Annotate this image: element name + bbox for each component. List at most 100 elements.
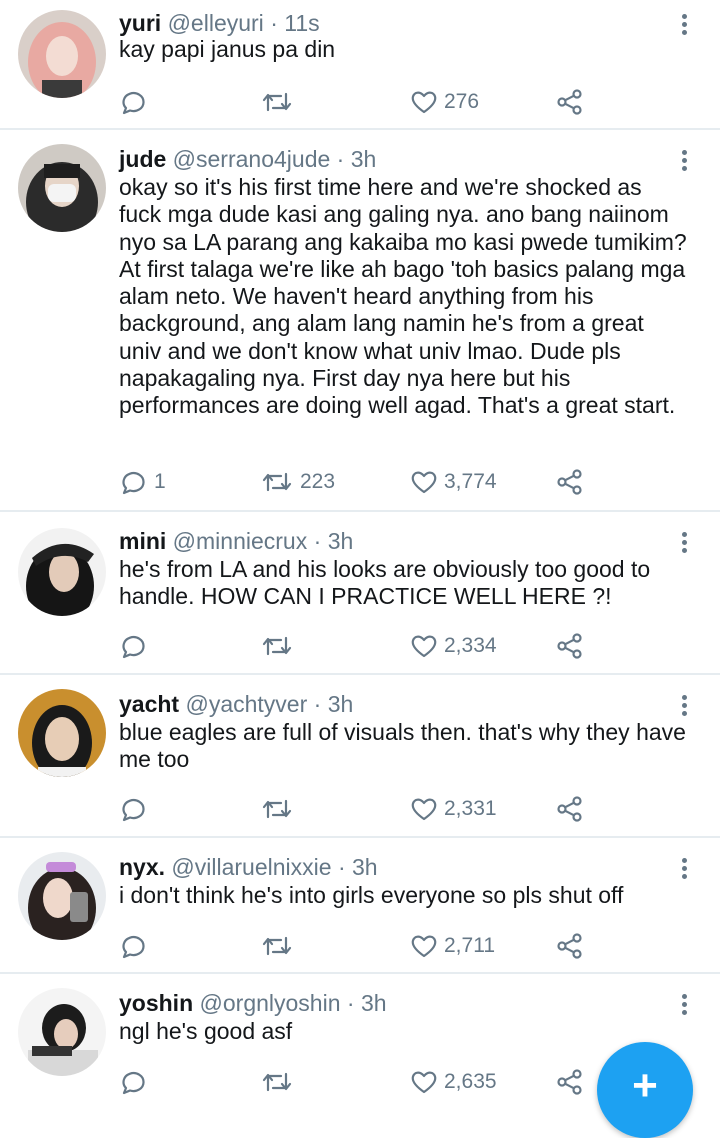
tweet-actions: 2,711 — [120, 930, 680, 962]
avatar[interactable] — [18, 988, 106, 1076]
avatar[interactable] — [18, 852, 106, 940]
tweet-text: okay so it's his first time here and we'… — [119, 174, 687, 419]
share-button[interactable] — [556, 930, 584, 962]
retweet-icon — [262, 799, 292, 819]
more-vertical-icon[interactable] — [674, 693, 694, 721]
like-button[interactable]: 276 — [410, 86, 479, 118]
like-button[interactable]: 2,711 — [410, 930, 495, 962]
tweet[interactable]: yuri @elleyuri · 11s kay papi janus pa d… — [0, 0, 720, 130]
avatar[interactable] — [18, 689, 106, 777]
display-name[interactable]: yuri — [119, 10, 161, 36]
retweet-button[interactable]: 223 — [260, 466, 335, 498]
retweet-icon — [262, 472, 292, 492]
separator: · — [336, 146, 345, 172]
separator: · — [313, 691, 322, 717]
share-button[interactable] — [556, 466, 584, 498]
retweet-button[interactable] — [260, 1066, 300, 1098]
display-name[interactable]: mini — [119, 528, 166, 554]
tweet[interactable]: nyx. @villaruelnixxie · 3h i don't think… — [0, 838, 720, 974]
share-button[interactable] — [556, 1066, 584, 1098]
tweet-actions: 276 — [120, 86, 680, 118]
username[interactable]: @elleyuri — [168, 10, 264, 36]
separator: · — [346, 990, 355, 1016]
retweet-icon — [262, 936, 292, 956]
timestamp[interactable]: 11s — [284, 10, 319, 36]
share-button[interactable] — [556, 630, 584, 662]
reply-button[interactable]: 1 — [120, 466, 166, 498]
reply-button[interactable] — [120, 630, 154, 662]
more-vertical-icon[interactable] — [674, 992, 694, 1020]
tweet-actions: 2,635 — [120, 1066, 680, 1098]
like-button[interactable]: 2,635 — [410, 1066, 497, 1098]
timestamp[interactable]: 3h — [351, 146, 377, 172]
tweet-actions: 2,334 — [120, 630, 680, 662]
timestamp[interactable]: 3h — [361, 990, 387, 1016]
reply-button[interactable] — [120, 1066, 154, 1098]
reply-icon — [122, 936, 145, 959]
tweet-text: ngl he's good asf — [119, 1018, 293, 1044]
like-count: 2,331 — [444, 797, 497, 820]
retweet-count: 223 — [300, 470, 336, 493]
like-button[interactable]: 2,334 — [410, 630, 497, 662]
like-count: 2,334 — [444, 634, 497, 657]
reply-icon — [122, 472, 145, 495]
tweet[interactable]: yacht @yachtyver · 3h blue eagles are fu… — [0, 675, 720, 838]
share-icon — [557, 89, 582, 115]
username[interactable]: @villaruelnixxie — [171, 854, 331, 880]
reply-count: 1 — [154, 470, 166, 493]
share-icon — [557, 796, 582, 822]
avatar[interactable] — [18, 528, 106, 616]
timestamp[interactable]: 3h — [328, 528, 354, 554]
reply-button[interactable] — [120, 86, 154, 118]
display-name[interactable]: nyx. — [119, 854, 165, 880]
share-icon — [557, 1069, 582, 1095]
reply-button[interactable] — [120, 793, 154, 825]
share-button[interactable] — [556, 793, 584, 825]
reply-icon — [122, 1072, 145, 1095]
tweet[interactable]: jude @serrano4jude · 3h okay so it's his… — [0, 130, 720, 512]
more-vertical-icon[interactable] — [674, 148, 694, 176]
username[interactable]: @serrano4jude — [173, 146, 331, 172]
tweet[interactable]: mini @minniecrux · 3h he's from LA and h… — [0, 512, 720, 675]
heart-icon — [411, 471, 437, 494]
separator: · — [313, 528, 322, 554]
tweet-header: yacht @yachtyver · 3h — [119, 689, 353, 719]
more-vertical-icon[interactable] — [674, 530, 694, 558]
heart-icon — [411, 1071, 437, 1094]
retweet-icon — [262, 636, 292, 656]
like-count: 3,774 — [444, 470, 497, 493]
timestamp[interactable]: 3h — [328, 691, 354, 717]
retweet-button[interactable] — [260, 930, 300, 962]
retweet-button[interactable] — [260, 793, 300, 825]
like-button[interactable]: 3,774 — [410, 466, 497, 498]
display-name[interactable]: yacht — [119, 691, 179, 717]
separator: · — [337, 854, 346, 880]
more-vertical-icon[interactable] — [674, 12, 694, 40]
like-button[interactable]: 2,331 — [410, 793, 497, 825]
display-name[interactable]: jude — [119, 146, 166, 172]
compose-tweet-button[interactable]: + — [597, 1042, 693, 1138]
reply-icon — [122, 799, 145, 822]
like-count: 276 — [444, 90, 480, 113]
username[interactable]: @orgnlyoshin — [200, 990, 341, 1016]
more-vertical-icon[interactable] — [674, 856, 694, 884]
heart-icon — [411, 798, 437, 821]
share-icon — [557, 633, 582, 659]
username[interactable]: @yachtyver — [185, 691, 307, 717]
tweet-text: blue eagles are full of visuals then. th… — [119, 719, 686, 773]
like-count: 2,711 — [444, 934, 495, 957]
avatar[interactable] — [18, 10, 106, 98]
username[interactable]: @minniecrux — [173, 528, 308, 554]
share-button[interactable] — [556, 86, 584, 118]
timeline-feed: yuri @elleyuri · 11s kay papi janus pa d… — [0, 0, 720, 1107]
retweet-button[interactable] — [260, 86, 300, 118]
retweet-button[interactable] — [260, 630, 300, 662]
share-icon — [557, 933, 582, 959]
timestamp[interactable]: 3h — [352, 854, 378, 880]
reply-icon — [122, 636, 145, 659]
like-count: 2,635 — [444, 1070, 497, 1093]
reply-button[interactable] — [120, 930, 154, 962]
avatar[interactable] — [18, 144, 106, 232]
display-name[interactable]: yoshin — [119, 990, 193, 1016]
tweet-header: yoshin @orgnlyoshin · 3h — [119, 988, 387, 1018]
